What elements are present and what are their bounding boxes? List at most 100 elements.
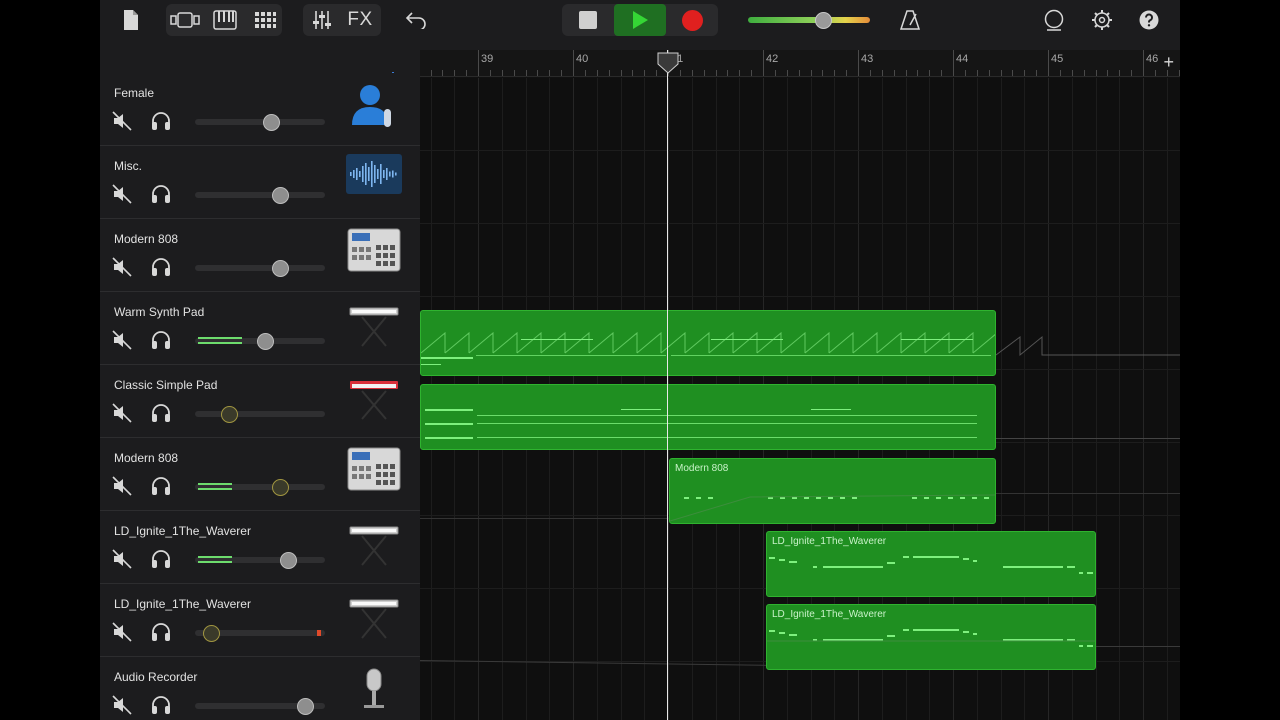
mute-button[interactable] xyxy=(112,257,132,282)
track-lane[interactable] xyxy=(420,224,1180,297)
region-modern-808[interactable]: Modern 808 xyxy=(669,458,996,524)
volume-slider[interactable] xyxy=(195,119,325,125)
solo-button[interactable] xyxy=(150,549,172,574)
my-songs-icon[interactable] xyxy=(118,4,144,36)
solo-button[interactable] xyxy=(150,476,172,501)
solo-button[interactable] xyxy=(150,111,172,136)
keyboard-stand-icon[interactable] xyxy=(346,592,402,648)
solo-button[interactable] xyxy=(150,622,172,647)
drum-hit xyxy=(804,497,809,499)
headphones-icon xyxy=(152,623,170,641)
drum-hit xyxy=(792,497,797,499)
volume-knob[interactable] xyxy=(272,187,289,204)
mute-button[interactable] xyxy=(112,549,132,574)
note xyxy=(903,556,909,558)
solo-button[interactable] xyxy=(150,403,172,428)
volume-knob[interactable] xyxy=(221,406,238,423)
drum-machine-icon[interactable] xyxy=(346,446,402,502)
playhead[interactable] xyxy=(667,50,668,720)
mute-button[interactable] xyxy=(112,184,132,209)
track-timeline[interactable]: Modern 808 LD_Ignite_1The_Waverer LD_Ign… xyxy=(420,78,1180,720)
microphone-icon[interactable] xyxy=(346,665,402,720)
volume-knob[interactable] xyxy=(297,698,314,715)
add-section-icon[interactable]: + xyxy=(1163,52,1174,73)
mute-speaker-icon xyxy=(112,549,132,569)
level-meter xyxy=(198,561,232,563)
track-header[interactable]: Modern 808 xyxy=(100,438,420,511)
vocalist-icon[interactable] xyxy=(346,81,402,137)
track-header[interactable]: LD_Ignite_1The_Waverer xyxy=(100,511,420,584)
track-header[interactable]: Modern 808 xyxy=(100,219,420,292)
note xyxy=(476,355,666,356)
playhead-handle-icon[interactable] xyxy=(657,52,679,74)
ruler-tick xyxy=(1131,70,1132,76)
record-button[interactable] xyxy=(666,4,718,36)
settings-gear-icon[interactable] xyxy=(1088,4,1116,36)
volume-knob[interactable] xyxy=(280,552,297,569)
track-header[interactable]: Warm Synth Pad xyxy=(100,292,420,365)
region-warm-synth-pad[interactable] xyxy=(420,310,996,376)
region-ld-ignite-1[interactable]: LD_Ignite_1The_Waverer xyxy=(766,531,1096,597)
mute-button[interactable] xyxy=(112,695,132,720)
track-lane[interactable] xyxy=(420,78,1180,151)
note xyxy=(813,566,817,568)
play-button[interactable] xyxy=(614,4,666,36)
note xyxy=(963,631,969,633)
browser-icon[interactable] xyxy=(168,4,204,36)
undo-icon[interactable] xyxy=(402,4,430,36)
track-lane[interactable] xyxy=(420,151,1180,224)
solo-button[interactable] xyxy=(150,257,172,282)
track-header[interactable]: Female xyxy=(100,73,420,146)
solo-button[interactable] xyxy=(150,695,172,720)
volume-knob[interactable] xyxy=(257,333,274,350)
waveform-icon[interactable] xyxy=(346,154,402,210)
ruler-tick xyxy=(846,70,847,76)
volume-knob[interactable] xyxy=(203,625,220,642)
volume-knob[interactable] xyxy=(263,114,280,131)
ruler-tick xyxy=(834,70,835,76)
volume-knob[interactable] xyxy=(272,260,289,277)
solo-button[interactable] xyxy=(150,330,172,355)
mute-button[interactable] xyxy=(112,330,132,355)
keyboard-view-icon[interactable] xyxy=(208,4,242,36)
track-header[interactable]: LD_Ignite_1The_Waverer xyxy=(100,584,420,657)
track-lane[interactable] xyxy=(420,662,1180,720)
mixer-icon[interactable] xyxy=(306,4,338,36)
volume-slider[interactable] xyxy=(195,192,325,198)
fx-button[interactable]: FX xyxy=(342,4,378,36)
drum-hit xyxy=(708,497,713,499)
mute-speaker-icon xyxy=(112,695,132,715)
keyboard-stand-icon[interactable] xyxy=(346,300,402,356)
region-classic-simple-pad[interactable] xyxy=(420,384,996,450)
mute-button[interactable] xyxy=(112,403,132,428)
track-header[interactable]: Classic Simple Pad xyxy=(100,365,420,438)
timeline-ruler[interactable]: + 3940414243444546 xyxy=(420,50,1180,77)
volume-knob[interactable] xyxy=(272,479,289,496)
track-name: Modern 808 xyxy=(114,451,179,465)
track-name: Audio Recorder xyxy=(114,670,198,684)
note xyxy=(1067,566,1075,568)
solo-button[interactable] xyxy=(150,184,172,209)
mute-speaker-icon xyxy=(112,330,132,350)
mute-button[interactable] xyxy=(112,111,132,136)
metronome-icon[interactable] xyxy=(896,4,924,36)
note xyxy=(823,566,883,568)
loop-browser-icon[interactable] xyxy=(1040,4,1068,36)
red-keyboard-icon[interactable] xyxy=(346,373,402,429)
drum-machine-icon[interactable] xyxy=(346,227,402,283)
region-ld-ignite-2[interactable]: LD_Ignite_1The_Waverer xyxy=(766,604,1096,670)
stop-button[interactable] xyxy=(562,4,614,36)
mute-button[interactable] xyxy=(112,622,132,647)
volume-slider[interactable] xyxy=(195,265,325,271)
drum-hit xyxy=(948,497,953,499)
help-icon[interactable] xyxy=(1136,4,1162,36)
master-volume-knob[interactable] xyxy=(815,12,832,29)
keyboard-stand-icon[interactable] xyxy=(346,519,402,575)
mute-button[interactable] xyxy=(112,476,132,501)
track-header[interactable]: Misc. xyxy=(100,146,420,219)
headphones-icon xyxy=(152,477,170,495)
track-header[interactable]: Audio Recorder xyxy=(100,657,420,720)
grid-view-icon[interactable] xyxy=(248,4,282,36)
master-volume-slider[interactable] xyxy=(748,17,870,23)
volume-slider[interactable] xyxy=(195,411,325,417)
